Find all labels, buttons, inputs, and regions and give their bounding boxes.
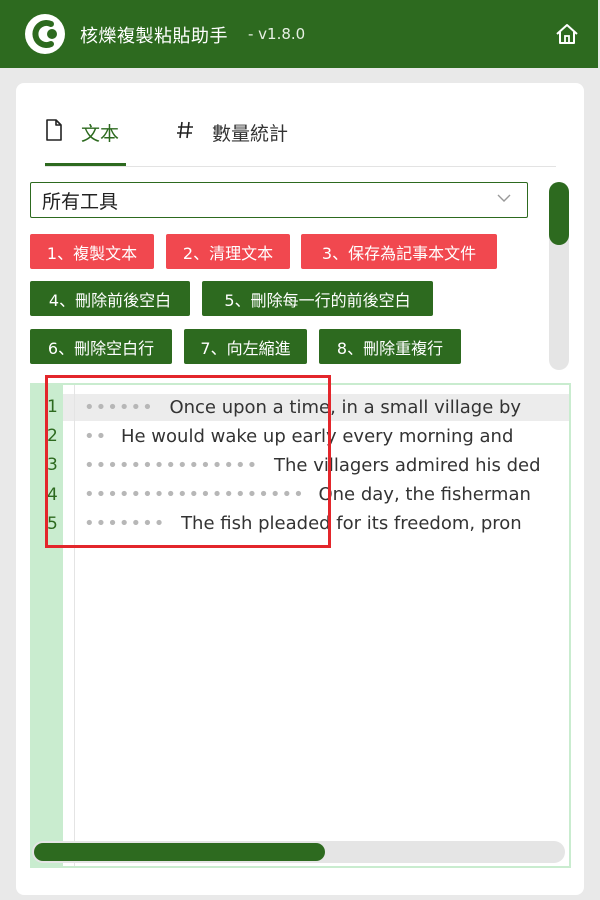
indent-left-button[interactable]: 7、向左縮進 [184, 329, 307, 364]
editor-line[interactable]: ••••••• The fish pleaded for its freedom… [84, 511, 564, 537]
gutter-separator [74, 385, 75, 866]
line-number: 3 [47, 455, 58, 475]
main-card: 文本 數量統計 所有工具 1、複製文本 2、清理文本 3、保存為記事本文件 4、… [16, 83, 584, 895]
app-title: 核爍複製粘貼助手 [80, 26, 228, 47]
line-text: He would wake up early every morning and [120, 426, 514, 447]
line-number: 2 [47, 426, 58, 446]
whitespace-markers: ••••••••••••••••••• [84, 484, 305, 505]
tab-bar: 文本 數量統計 [16, 83, 556, 167]
hash-icon [177, 121, 193, 139]
tab-stats[interactable]: 數量統計 [176, 119, 288, 167]
line-text: The fish pleaded for its freedom, pron [181, 513, 522, 534]
tabs-divider [45, 166, 556, 167]
trim-each-line-button[interactable]: 5、刪除每一行的前後空白 [202, 281, 433, 316]
whitespace-markers: •• [84, 426, 108, 447]
line-text: The villagers admired his ded [274, 455, 541, 476]
vertical-scrollbar-thumb[interactable] [549, 182, 569, 245]
editor-line[interactable]: ••••••••••••••••••• One day, the fisherm… [84, 482, 564, 508]
tab-text[interactable]: 文本 [45, 119, 126, 167]
editor-line[interactable]: •••••• Once upon a time, in a small vill… [84, 395, 564, 421]
tool-select[interactable]: 所有工具 [30, 182, 528, 218]
vertical-scrollbar[interactable] [549, 182, 569, 370]
horizontal-scrollbar-thumb[interactable] [34, 843, 325, 861]
whitespace-markers: ••••••• [84, 513, 166, 534]
remove-blank-lines-button[interactable]: 6、刪除空白行 [30, 329, 172, 364]
tool-select-value: 所有工具 [42, 190, 119, 213]
file-icon [46, 119, 62, 141]
home-icon[interactable] [554, 22, 580, 46]
tab-stats-label: 數量統計 [212, 123, 289, 145]
line-number: 5 [47, 514, 58, 534]
chevron-down-icon [497, 194, 511, 202]
line-number: 4 [47, 485, 58, 505]
copy-text-button[interactable]: 1、複製文本 [30, 234, 154, 269]
whitespace-markers: ••••••••••••••• [84, 455, 259, 476]
clean-text-button[interactable]: 2、清理文本 [166, 234, 290, 269]
horizontal-scrollbar[interactable] [32, 841, 565, 863]
line-text: One day, the fisherman [318, 484, 531, 505]
trim-whitespace-button[interactable]: 4、刪除前後空白 [30, 281, 190, 316]
line-text: Once upon a time, in a small village by [169, 397, 522, 418]
line-number: 1 [47, 397, 58, 417]
editor-line[interactable]: •• He would wake up early every morning … [84, 424, 564, 450]
app-logo-icon [25, 14, 65, 54]
text-editor[interactable]: 1 2 3 4 5 •••••• Once upon a time, in a … [30, 383, 571, 868]
tab-text-label: 文本 [81, 123, 120, 145]
editor-line[interactable]: ••••••••••••••• The villagers admired hi… [84, 453, 564, 479]
title-bar: 核爍複製粘貼助手 - v1.8.0 [0, 0, 598, 68]
remove-duplicates-button[interactable]: 8、刪除重複行 [319, 329, 461, 364]
save-notepad-button[interactable]: 3、保存為記事本文件 [301, 234, 497, 269]
app-version: - v1.8.0 [248, 25, 306, 43]
whitespace-markers: •••••• [84, 397, 154, 418]
